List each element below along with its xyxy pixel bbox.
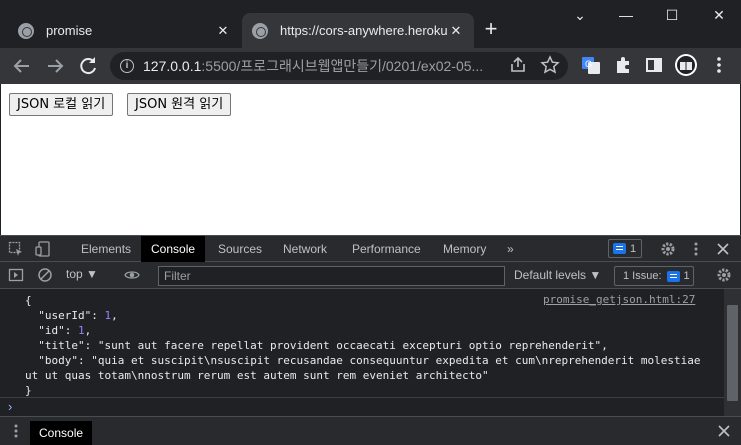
globe-icon bbox=[18, 22, 34, 39]
extensions-puzzle-icon[interactable] bbox=[613, 55, 633, 75]
close-devtools-icon[interactable] bbox=[715, 241, 731, 257]
minimize-button[interactable]: — bbox=[604, 0, 648, 30]
console-scrollbar-thumb[interactable] bbox=[727, 305, 738, 401]
context-selector[interactable]: top ▼ bbox=[66, 267, 98, 281]
settings-gear-icon[interactable] bbox=[660, 241, 676, 257]
message-icon bbox=[613, 243, 626, 254]
bookmark-star-icon[interactable] bbox=[540, 55, 560, 75]
json-line-userid: "userId": 1, bbox=[38, 309, 118, 322]
url-path: :5500/프로그래시브웹앱만들기/0201/ex02-05... bbox=[201, 58, 484, 74]
issues-button-label: 1 Issue: bbox=[623, 270, 662, 282]
devtools-tabbar: Elements Console Sources Network Perform… bbox=[0, 235, 741, 262]
tab-strip: promise ✕ https://cors-anywhere.herokua … bbox=[0, 0, 741, 48]
side-panel-icon[interactable] bbox=[644, 55, 664, 75]
json-line-title: "title": "sunt aut facere repellat provi… bbox=[38, 339, 608, 352]
issues-button-count: 1 bbox=[683, 270, 690, 282]
issues-button[interactable]: 1 Issue: 1 bbox=[614, 266, 694, 286]
message-icon bbox=[666, 270, 680, 282]
prompt-chevron-icon: › bbox=[8, 399, 13, 414]
page-viewport: JSON 로컬 읽기 JSON 원격 읽기 bbox=[1, 84, 740, 235]
live-expression-eye-icon[interactable] bbox=[124, 267, 140, 283]
tab-network[interactable]: Network bbox=[273, 236, 337, 262]
more-tabs-icon[interactable]: » bbox=[497, 236, 524, 262]
devtools-menu-icon[interactable] bbox=[688, 241, 704, 257]
tab-sources[interactable]: Sources bbox=[208, 236, 272, 262]
json-open-brace: { bbox=[25, 294, 32, 307]
tab-cors-anywhere[interactable]: https://cors-anywhere.herokua ✕ bbox=[242, 13, 474, 48]
json-remote-read-button[interactable]: JSON 원격 읽기 bbox=[127, 93, 232, 116]
tab-console[interactable]: Console bbox=[141, 236, 206, 262]
forward-icon[interactable] bbox=[43, 54, 67, 78]
close-tab-icon[interactable]: ✕ bbox=[215, 23, 231, 39]
issues-badge-count: 1 bbox=[630, 242, 637, 255]
menu-kebab-icon[interactable] bbox=[709, 55, 729, 75]
tab-promise[interactable]: promise ✕ bbox=[8, 13, 241, 48]
console-prompt[interactable]: › bbox=[0, 397, 724, 416]
reload-icon[interactable] bbox=[76, 54, 100, 78]
tab-performance[interactable]: Performance bbox=[342, 236, 431, 262]
browser-toolbar: i 127.0.0.1 :5500/프로그래시브웹앱만들기/0201/ex02-… bbox=[0, 48, 741, 84]
close-drawer-icon[interactable] bbox=[716, 423, 732, 439]
console-settings-gear-icon[interactable] bbox=[716, 267, 732, 283]
drawer-menu-icon[interactable] bbox=[8, 423, 24, 439]
url-host: 127.0.0.1 bbox=[143, 58, 202, 74]
log-levels-label: Default levels bbox=[514, 268, 587, 282]
svg-text:G: G bbox=[585, 59, 592, 69]
filter-input[interactable]: Filter bbox=[158, 266, 505, 286]
close-window-button[interactable]: ✕ bbox=[697, 0, 741, 30]
globe-icon bbox=[252, 22, 268, 39]
tab-elements[interactable]: Elements bbox=[71, 236, 141, 262]
json-local-read-button[interactable]: JSON 로컬 읽기 bbox=[9, 93, 114, 116]
log-levels-dropdown[interactable]: Default levels ▼ bbox=[514, 268, 601, 282]
clear-console-icon[interactable] bbox=[37, 267, 53, 283]
tab-title: https://cors-anywhere.herokua bbox=[280, 23, 448, 38]
new-tab-button[interactable]: + bbox=[478, 17, 504, 43]
address-bar[interactable]: i 127.0.0.1 :5500/프로그래시브웹앱만들기/0201/ex02-… bbox=[110, 52, 568, 80]
browser-window: promise ✕ https://cors-anywhere.herokua … bbox=[0, 0, 741, 445]
source-link[interactable]: promise_getjson.html:27 bbox=[543, 293, 695, 306]
device-toolbar-icon[interactable] bbox=[35, 241, 51, 257]
back-icon[interactable] bbox=[10, 54, 34, 78]
json-close-brace: } bbox=[25, 384, 32, 397]
context-value: top bbox=[66, 267, 83, 281]
translate-extension-icon[interactable]: G bbox=[581, 55, 601, 75]
site-info-icon[interactable]: i bbox=[120, 59, 134, 73]
inspect-element-icon[interactable] bbox=[8, 241, 24, 257]
json-line-id: "id": 1, bbox=[38, 324, 92, 337]
tab-search-icon[interactable]: ⌄ bbox=[558, 0, 602, 30]
tab-title: promise bbox=[46, 23, 93, 38]
console-toolbar: top ▼ Filter Default levels ▼ 1 Issue: 1 bbox=[0, 262, 741, 289]
close-tab-icon[interactable]: ✕ bbox=[448, 23, 464, 39]
sidebar-toggle-icon[interactable] bbox=[8, 267, 24, 283]
json-line-body-cont: ut ut quas totam\nnostrum rerum est aute… bbox=[25, 369, 489, 382]
share-icon[interactable] bbox=[508, 55, 528, 75]
issues-badge[interactable]: 1 bbox=[608, 239, 642, 258]
devtools-drawer: Console bbox=[0, 416, 741, 445]
drawer-tab-console[interactable]: Console bbox=[30, 421, 93, 445]
profile-avatar[interactable] bbox=[675, 54, 697, 76]
json-line-body: "body": "quia et suscipit\nsuscipit recu… bbox=[38, 354, 701, 367]
tab-memory[interactable]: Memory bbox=[433, 236, 496, 262]
maximize-button[interactable]: ☐ bbox=[650, 0, 694, 30]
